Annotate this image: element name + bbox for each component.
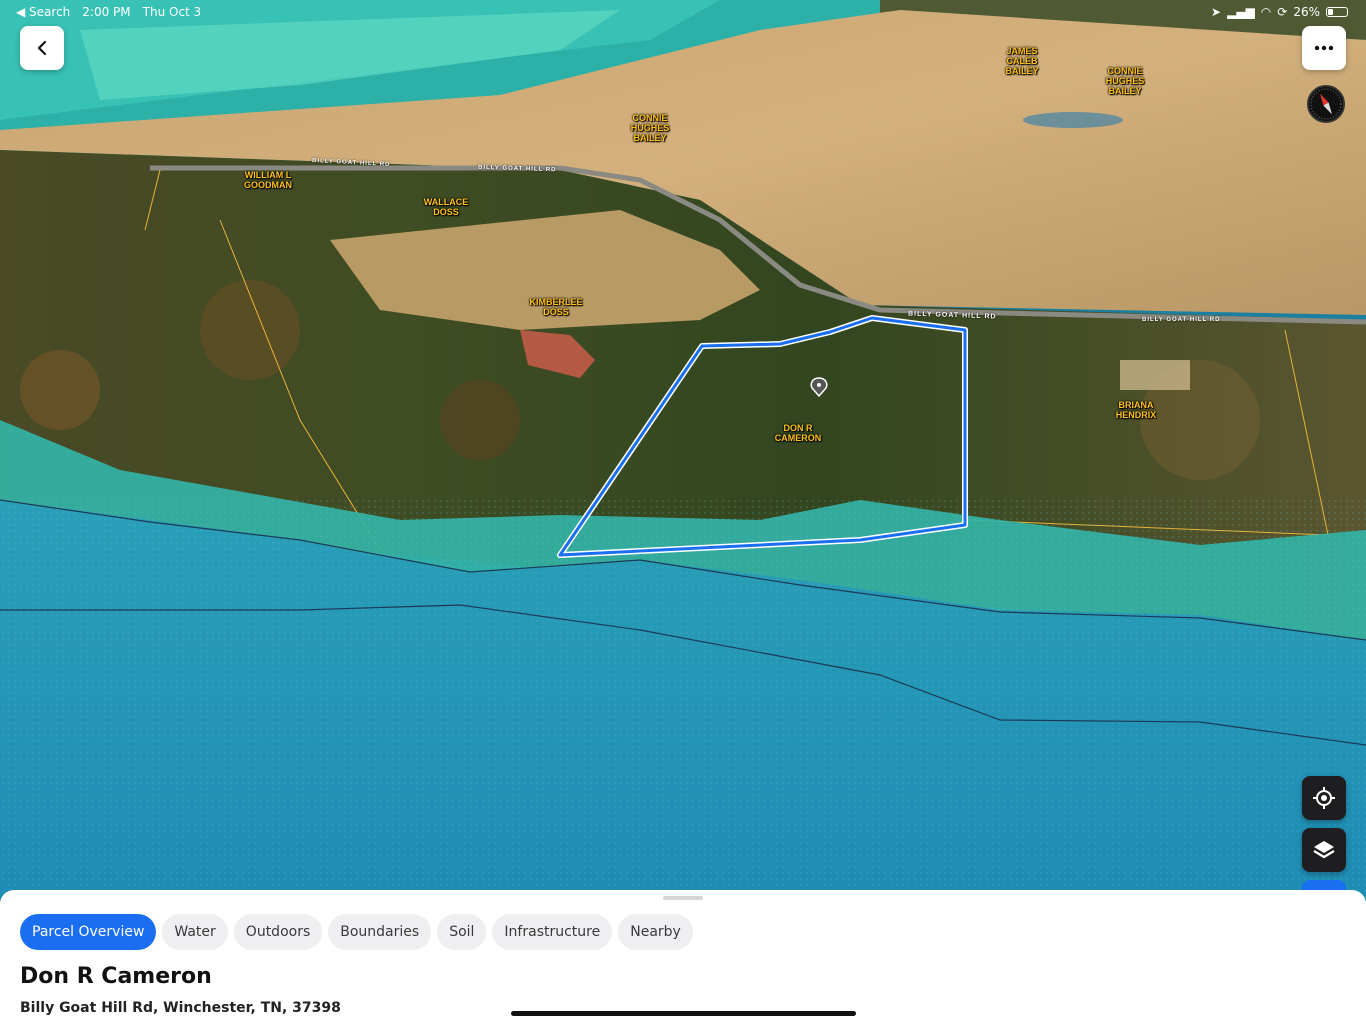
- tab-soil[interactable]: Soil: [437, 914, 487, 950]
- tab-water[interactable]: Water: [162, 914, 228, 950]
- pond: [1023, 112, 1123, 128]
- battery-icon: [1326, 7, 1348, 17]
- tab-infrastructure[interactable]: Infrastructure: [492, 914, 613, 950]
- owner-label-wallace-doss[interactable]: WALLACE DOSS: [420, 197, 472, 217]
- status-date: Thu Oct 3: [142, 5, 202, 19]
- status-bar: ◀ Search 2:00 PM Thu Oct 3 ➤ ▂▄▆ ◠ ⟳ 26%: [0, 0, 1366, 24]
- home-indicator[interactable]: [511, 1011, 856, 1016]
- more-options-button[interactable]: [1302, 26, 1346, 70]
- tab-outdoors[interactable]: Outdoors: [233, 914, 323, 950]
- tab-nearby[interactable]: Nearby: [618, 914, 693, 950]
- tab-parcel-overview[interactable]: Parcel Overview: [20, 914, 157, 950]
- location-arrow-icon: ➤: [1211, 5, 1222, 19]
- road-label: BILLY GOAT HILL RD: [1142, 317, 1221, 323]
- back-button[interactable]: [20, 26, 64, 70]
- battery-percent: 26%: [1293, 5, 1320, 19]
- building: [1120, 360, 1190, 390]
- wifi-icon: ◠: [1260, 5, 1272, 19]
- status-time: 2:00 PM: [82, 5, 131, 19]
- owner-label-briana-hendrix[interactable]: BRIANA HENDRIX: [1106, 400, 1166, 420]
- parcel-address: Billy Goat Hill Rd, Winchester, TN, 3739…: [20, 1000, 341, 1016]
- owner-label-james-caleb-bailey[interactable]: JAMES CALEB BAILEY: [1004, 46, 1040, 76]
- signal-icon: ▂▄▆: [1227, 5, 1255, 19]
- crosshair-icon: [1313, 787, 1335, 809]
- owner-label-don-r-cameron[interactable]: DON R CAMERON: [768, 423, 828, 443]
- compass-button[interactable]: [1307, 85, 1345, 123]
- layers-icon: [1313, 841, 1335, 859]
- tree-patch: [440, 380, 520, 460]
- orientation-lock-icon: ⟳: [1277, 5, 1288, 19]
- sheet-grabber[interactable]: [663, 896, 703, 900]
- tab-boundaries[interactable]: Boundaries: [328, 914, 432, 950]
- owner-label-william-l-goodman[interactable]: WILLIAM L GOODMAN: [240, 170, 296, 190]
- back-to-app-link[interactable]: ◀ Search: [16, 5, 70, 19]
- ellipsis-icon: [1314, 45, 1334, 51]
- locate-me-button[interactable]: [1302, 776, 1346, 820]
- map-layers-button[interactable]: [1302, 828, 1346, 872]
- chevron-left-icon: [37, 40, 47, 56]
- parcel-bottom-sheet: Parcel Overview Water Outdoors Boundarie…: [0, 890, 1366, 1024]
- owner-label-connie-hughes-bailey[interactable]: CONNIE HUGHES BAILEY: [628, 113, 672, 143]
- owner-label-kimberlee-doss[interactable]: KIMBERLEE DOSS: [524, 297, 588, 317]
- compass-icon: [1310, 88, 1342, 120]
- parcel-tabs: Parcel Overview Water Outdoors Boundarie…: [20, 914, 693, 950]
- satellite-map[interactable]: [0, 0, 1366, 1024]
- tree-patch: [20, 350, 100, 430]
- parcel-owner-name: Don R Cameron: [20, 964, 212, 989]
- owner-label-connie-hughes-bailey[interactable]: CONNIE HUGHES BAILEY: [1104, 66, 1146, 96]
